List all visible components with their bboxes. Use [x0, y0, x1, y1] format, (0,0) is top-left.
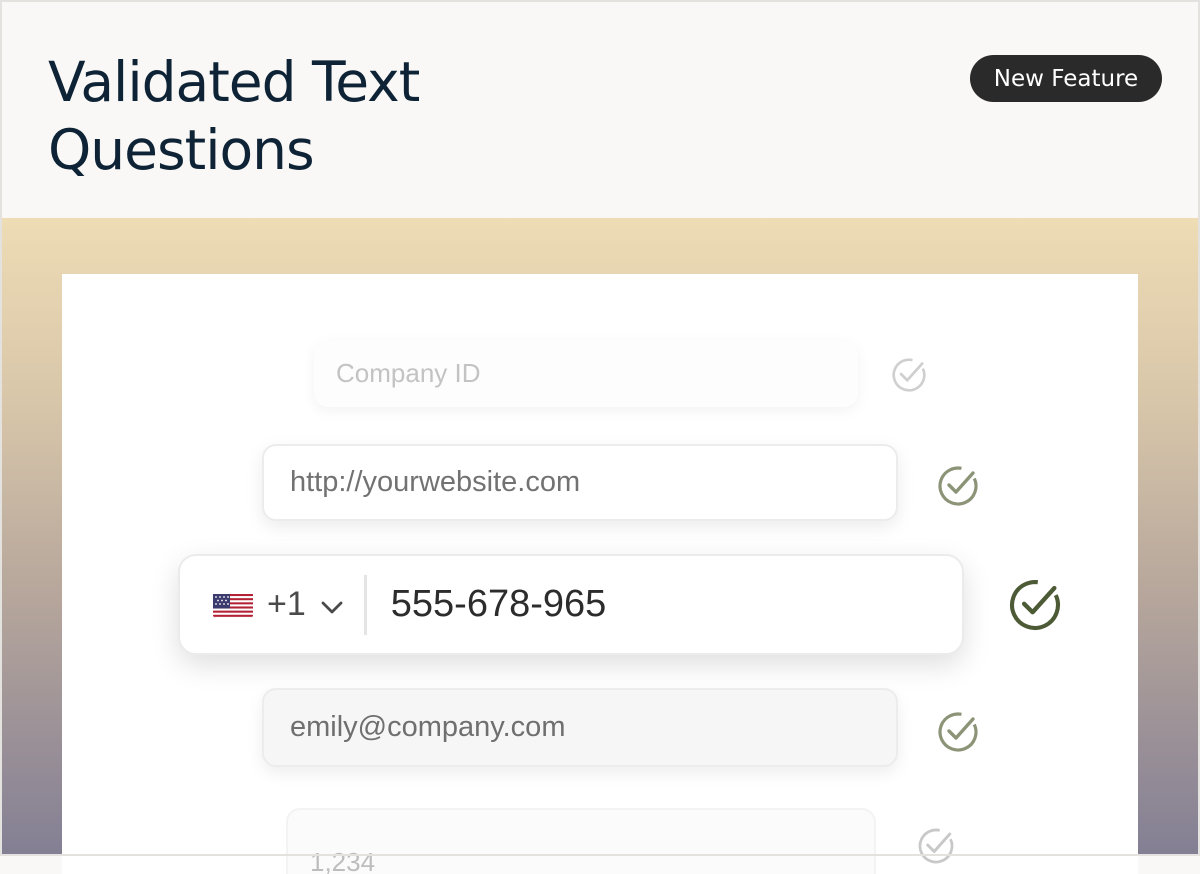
check-circle-icon: [1006, 576, 1064, 634]
page-title-line-2: Questions: [48, 118, 315, 182]
email-field[interactable]: emily@company.com: [262, 688, 898, 767]
form-panel: Company ID http://yourwebsite.com +1 555…: [62, 274, 1138, 874]
check-circle-icon: [888, 354, 930, 396]
dial-code: +1: [267, 585, 306, 623]
company-id-placeholder: Company ID: [336, 358, 481, 388]
page-title: Validated Text Questions: [48, 48, 420, 184]
check-circle-icon: [914, 824, 958, 868]
company-id-field[interactable]: Company ID: [314, 340, 858, 407]
email-value: emily@company.com: [290, 711, 566, 743]
chevron-down-icon[interactable]: [318, 591, 346, 619]
website-value: http://yourwebsite.com: [290, 466, 581, 498]
showcase-background: Company ID http://yourwebsite.com +1 555…: [0, 218, 1200, 874]
header: Validated Text Questions New Feature: [0, 0, 1200, 218]
new-feature-badge: New Feature: [970, 55, 1162, 102]
number-placeholder: 1,234: [310, 847, 376, 874]
phone-field[interactable]: +1 555-678-965: [178, 554, 964, 655]
website-field[interactable]: http://yourwebsite.com: [262, 444, 898, 521]
check-circle-icon: [934, 462, 982, 510]
phone-number-value: 555-678-965: [390, 583, 607, 625]
country-code-selector[interactable]: +1: [180, 574, 367, 635]
number-field[interactable]: 1,234: [286, 808, 876, 874]
us-flag-icon: [213, 591, 253, 618]
page-title-line-1: Validated Text: [48, 50, 420, 114]
check-circle-icon: [934, 708, 982, 756]
